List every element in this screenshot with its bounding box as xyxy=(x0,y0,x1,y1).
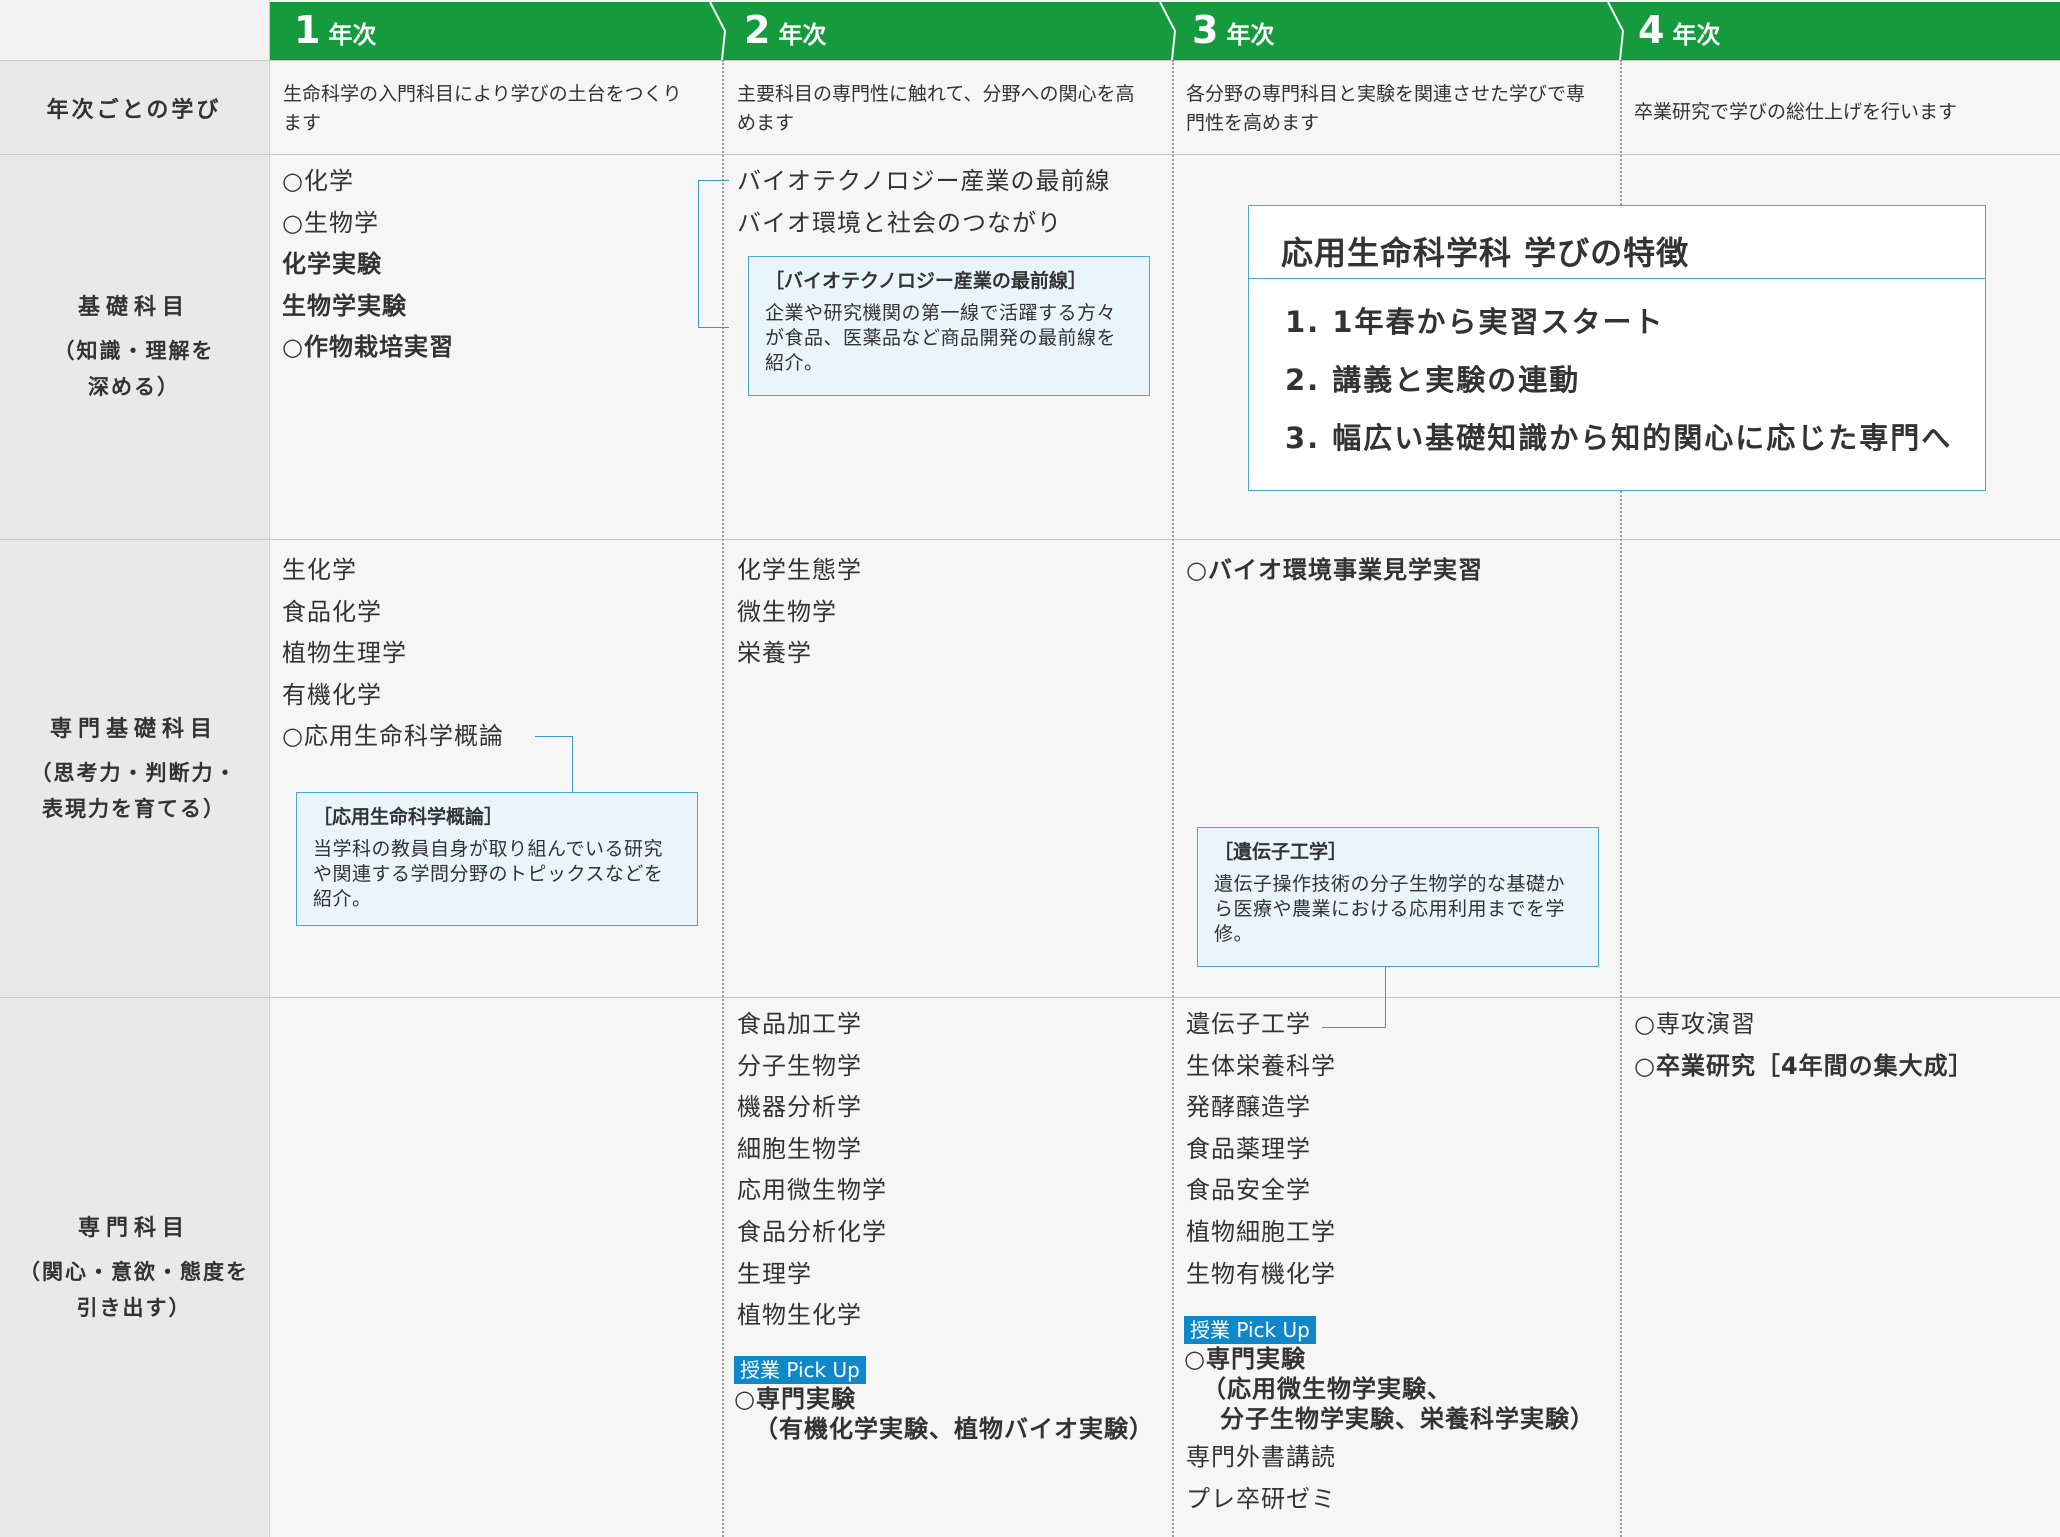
note-body: 企業や研究機関の第一線で活躍する方々が食品、医薬品など商品開発の最前線を紹介。 xyxy=(765,302,1117,374)
course-item: ○応用生命科学概論 xyxy=(282,722,504,751)
course-item: 遺伝子工学 xyxy=(1186,1010,1311,1038)
pickup-year3: 授業 Pick Up ○専門実験 （応用微生物学実験、 分子生物学実験、栄養科学… xyxy=(1184,1316,1595,1434)
course-item: ○専攻演習 xyxy=(1634,1010,1756,1038)
note-gairon: ［応用生命科学概論］ 当学科の教員自身が取り組んでいる研究や関連する学問分野のト… xyxy=(296,792,698,926)
year-3-label: 3 年次 xyxy=(1192,8,1275,52)
column-divider-left xyxy=(269,0,270,1537)
course-item: プレ卒研ゼミ xyxy=(1186,1484,1336,1513)
note-connector xyxy=(535,736,573,793)
pickup-main: ○専門実験 xyxy=(734,1385,856,1413)
course-item: 細胞生物学 xyxy=(737,1134,862,1163)
course-item: ○バイオ環境事業見学実習 xyxy=(1186,556,1483,584)
row-title-learning: 年次ごとの学び xyxy=(46,97,222,123)
note-idenshi: ［遺伝子工学］ 遺伝子操作技術の分子生物学的な基礎から医療や農業における応用利用… xyxy=(1197,827,1599,967)
course-item: 食品加工学 xyxy=(737,1010,862,1038)
row-title-kiso: 基礎科目 xyxy=(77,295,190,320)
row-subtitle-senmon: （関心・意欲・態度を 引き出す） xyxy=(19,1259,249,1320)
row-header-senmon-kiso: 専門基礎科目 （思考力・判断力・ 表現力を育てる） xyxy=(0,540,268,997)
row-divider xyxy=(0,154,2060,155)
course-item: ○作物栽培実習 xyxy=(282,333,454,362)
row-header-learning: 年次ごとの学び xyxy=(0,61,268,154)
course-item: ○卒業研究［4年間の集大成］ xyxy=(1634,1051,1974,1080)
column-divider-dotted xyxy=(1172,60,1174,1537)
course-item: 食品安全学 xyxy=(1186,1176,1311,1205)
pickup-badge: 授業 Pick Up xyxy=(1184,1316,1316,1344)
course-item: 生体栄養科学 xyxy=(1186,1051,1336,1080)
course-item: 植物生理学 xyxy=(282,639,407,668)
course-item: 栄養学 xyxy=(737,639,812,668)
course-item: 植物生化学 xyxy=(737,1301,862,1330)
kiso-year1-list: ○化学 ○生物学 化学実験 生物学実験 ○作物栽培実習 xyxy=(282,161,454,369)
note-body: 遺伝子操作技術の分子生物学的な基礎から医療や農業における応用利用までを学修。 xyxy=(1214,873,1566,945)
pickup-detail: 分子生物学実験、栄養科学実験） xyxy=(1220,1405,1595,1433)
row-divider xyxy=(0,539,2060,540)
header-corner xyxy=(0,0,268,61)
course-item: 有機化学 xyxy=(282,680,382,709)
row-subtitle-kiso: （知識・理解を 深める） xyxy=(53,339,215,399)
course-item: 生物学実験 xyxy=(282,291,407,320)
senmon-kiso-year1-list: 生化学 食品化学 植物生理学 有機化学 ○応用生命科学概論 xyxy=(282,550,504,758)
row-divider xyxy=(0,60,2060,61)
course-item: 微生物学 xyxy=(737,597,837,626)
feature-item: 3. 幅広い基礎知識から知的関心に応じた専門へ xyxy=(1285,421,1953,455)
course-item: 生化学 xyxy=(282,556,357,584)
pickup-main: ○専門実験 xyxy=(1184,1345,1306,1373)
course-item: 植物細胞工学 xyxy=(1186,1217,1336,1246)
note-title: ［バイオテクノロジー産業の最前線］ xyxy=(765,270,1087,292)
year-1-label: 1 年次 xyxy=(294,8,377,52)
feature-title: 応用生命科学科 学びの特徴 xyxy=(1249,206,1985,279)
pickup-year2: 授業 Pick Up ○専門実験 （有機化学実験、植物バイオ実験） xyxy=(734,1356,1154,1444)
feature-item: 1. 1年春から実習スタート xyxy=(1285,305,1665,339)
course-item: 食品化学 xyxy=(282,597,382,626)
kiso-year2-list: バイオテクノロジー産業の最前線 バイオ環境と社会のつながり xyxy=(737,161,1111,244)
year-2-description: 主要科目の専門性に触れて、分野への関心を高めます xyxy=(737,83,1135,134)
pickup-detail: （応用微生物学実験、 xyxy=(1202,1375,1452,1403)
course-item: 機器分析学 xyxy=(737,1093,862,1122)
course-item: 分子生物学 xyxy=(737,1051,862,1080)
row-header-kiso: 基礎科目 （知識・理解を 深める） xyxy=(0,155,268,539)
year-4-description: 卒業研究で学びの総仕上げを行います xyxy=(1634,101,1958,123)
course-item: 専門外書講読 xyxy=(1186,1443,1336,1471)
note-connector xyxy=(698,180,729,328)
note-biotech: ［バイオテクノロジー産業の最前線］ 企業や研究機関の第一線で活躍する方々が食品、… xyxy=(748,256,1150,396)
year-header-bar: 1 年次 2 年次 3 年次 4 年次 xyxy=(270,2,2060,60)
course-item: 生物有機化学 xyxy=(1186,1259,1336,1288)
row-title-senmon: 専門科目 xyxy=(77,1215,190,1241)
feature-box: 応用生命科学科 学びの特徴 1. 1年春から実習スタート 2. 講義と実験の連動… xyxy=(1248,205,1986,491)
course-item: 食品薬理学 xyxy=(1186,1134,1311,1163)
course-item: 化学生態学 xyxy=(737,556,862,584)
course-item: 化学実験 xyxy=(282,250,382,279)
course-item: ○化学 xyxy=(282,167,354,195)
year-2-label: 2 年次 xyxy=(744,8,827,52)
senmon-kiso-year3-list: ○バイオ環境事業見学実習 xyxy=(1186,550,1483,592)
year-header-dividers xyxy=(709,2,1625,60)
note-title: ［遺伝子工学］ xyxy=(1214,841,1348,863)
row-header-senmon: 専門科目 （関心・意欲・態度を 引き出す） xyxy=(0,998,268,1537)
feature-item: 2. 講義と実験の連動 xyxy=(1285,363,1581,397)
course-item: 食品分析化学 xyxy=(737,1217,887,1246)
course-item: ○生物学 xyxy=(282,208,379,237)
row-divider xyxy=(0,997,2060,998)
senmon-year4-list: ○専攻演習 ○卒業研究［4年間の集大成］ xyxy=(1634,1004,1974,1087)
row-subtitle-senmon-kiso: （思考力・判断力・ 表現力を育てる） xyxy=(30,760,238,821)
year-1-description: 生命科学の入門科目により学びの土台をつくります xyxy=(283,83,682,134)
year-4-label: 4 年次 xyxy=(1638,8,1721,52)
senmon-year2-list: 食品加工学 分子生物学 機器分析学 細胞生物学 応用微生物学 食品分析化学 生理… xyxy=(737,1004,887,1337)
course-item: バイオ環境と社会のつながり xyxy=(737,208,1062,237)
course-item: バイオテクノロジー産業の最前線 xyxy=(737,167,1111,195)
note-body: 当学科の教員自身が取り組んでいる研究や関連する学問分野のトピックスなどを紹介。 xyxy=(313,838,664,910)
senmon-kiso-year2-list: 化学生態学 微生物学 栄養学 xyxy=(737,550,862,675)
year-3-description: 各分野の専門科目と実験を関連させた学びで専門性を高めます xyxy=(1186,83,1586,134)
senmon-year3-after-list: 専門外書講読 プレ卒研ゼミ xyxy=(1186,1437,1336,1520)
note-title: ［応用生命科学概論］ xyxy=(313,806,504,828)
course-item: 応用微生物学 xyxy=(737,1176,887,1205)
pickup-detail: （有機化学実験、植物バイオ実験） xyxy=(754,1415,1154,1443)
row-title-senmon-kiso: 専門基礎科目 xyxy=(49,716,218,742)
pickup-badge: 授業 Pick Up xyxy=(734,1356,866,1384)
course-item: 発酵醸造学 xyxy=(1186,1093,1311,1122)
senmon-year3-list: 遺伝子工学 生体栄養科学 発酵醸造学 食品薬理学 食品安全学 植物細胞工学 生物… xyxy=(1186,1004,1336,1295)
course-item: 生理学 xyxy=(737,1259,812,1288)
